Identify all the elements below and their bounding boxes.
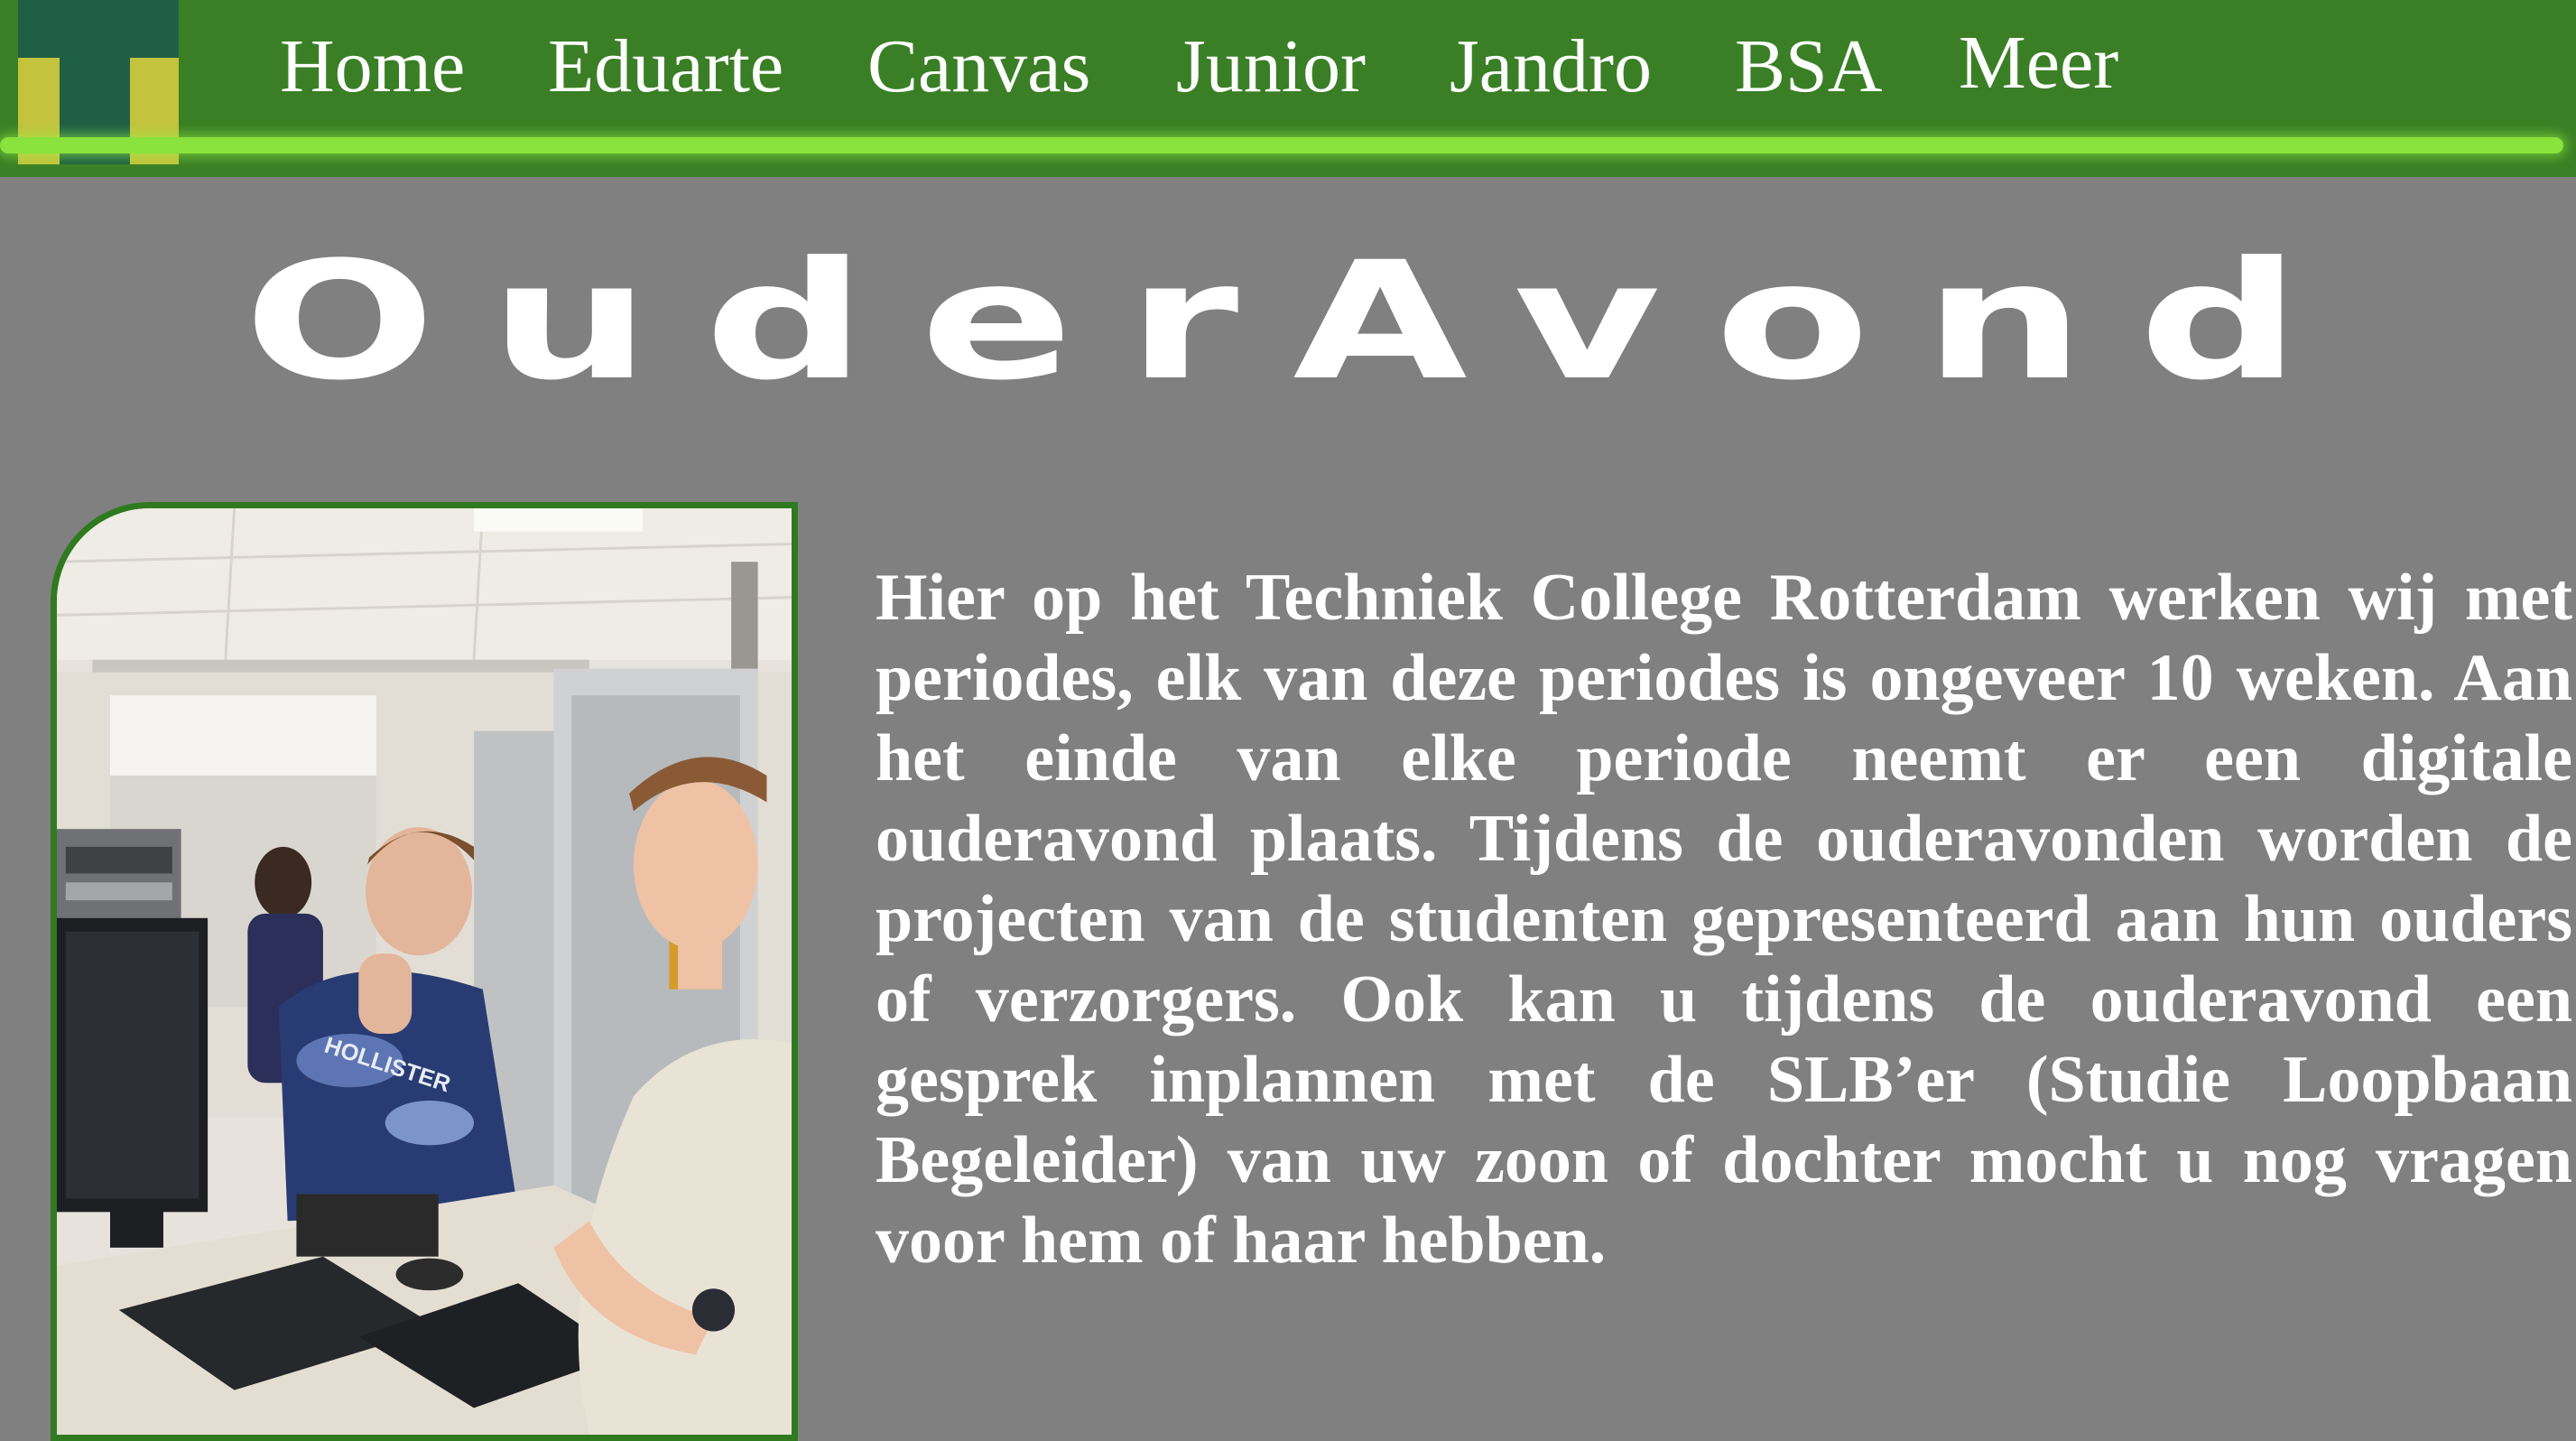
nav-item-jandro[interactable]: Jandro [1450,22,1652,112]
nav-item-meer[interactable]: Meer [1959,18,2118,108]
students-photo: HOLLISTER [51,502,798,1441]
nav-item-bsa[interactable]: BSA [1735,22,1882,112]
nav-item-home[interactable]: Home [280,22,465,112]
intro-paragraph: Hier op het Techniek College Rotterdam w… [876,561,2572,1278]
top-navbar: Home Eduarte Canvas Junior Jandro BSA Me… [0,0,2576,177]
nav-item-canvas[interactable]: Canvas [867,22,1090,112]
page-title: OuderAvond [244,226,2355,416]
nav-glow-divider [0,137,2563,153]
nav-item-eduarte[interactable]: Eduarte [548,22,783,112]
students-photo-illustration: HOLLISTER [57,508,792,1435]
nav-item-junior[interactable]: Junior [1176,22,1366,112]
